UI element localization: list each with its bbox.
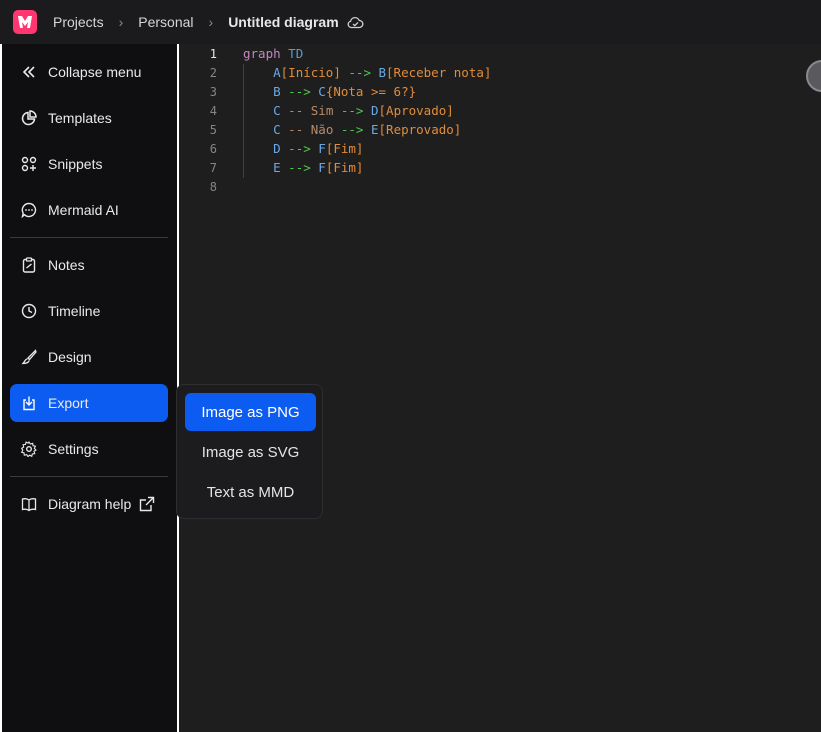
code-node-id: F: [318, 160, 326, 175]
code-node-id: C: [318, 84, 326, 99]
code-node-id: C: [273, 103, 281, 118]
grid-plus-icon: [20, 155, 38, 173]
code-node-id: E: [273, 160, 281, 175]
line-number: 1: [209, 47, 217, 61]
sidebar-divider: [10, 476, 168, 477]
pie-chart-icon: [20, 109, 38, 127]
code-arrow: -->: [288, 84, 311, 99]
breadcrumb-separator: ›: [208, 14, 214, 30]
sidebar-item-timeline[interactable]: Timeline: [10, 292, 168, 330]
code-line: A[Início] --> B[Receber nota]: [243, 65, 491, 80]
code-arrow: -->: [340, 122, 364, 137]
sidebar-item-settings[interactable]: Settings: [10, 430, 168, 468]
sidebar-item-snippets[interactable]: Snippets: [10, 145, 168, 183]
code-edge: --: [288, 103, 304, 118]
line-number: 3: [209, 85, 217, 99]
code-node-id: D: [370, 103, 379, 118]
code-node-id: D: [273, 141, 281, 156]
export-svg-option[interactable]: Image as SVG: [185, 433, 316, 471]
line-number: 7: [209, 161, 217, 175]
top-bar: Projects › Personal › Untitled diagram: [0, 0, 821, 44]
diagram-title[interactable]: Untitled diagram: [228, 14, 338, 30]
code-edge-label: Sim: [310, 103, 334, 118]
sidebar-item-design[interactable]: Design: [10, 338, 168, 376]
sidebar-item-label: Collapse menu: [48, 64, 142, 80]
code-line: graph TD: [243, 46, 303, 61]
line-number: 6: [209, 142, 217, 156]
sidebar-item-label: Timeline: [48, 303, 101, 319]
mermaid-logo-icon[interactable]: [13, 10, 37, 34]
export-mmd-option[interactable]: Text as MMD: [185, 473, 316, 511]
line-number: 8: [209, 180, 217, 194]
code-line: C -- Sim --> D[Aprovado]: [243, 103, 454, 118]
code-line: D --> F[Fim]: [243, 141, 363, 156]
sidebar: Collapse menu Templates Snippets Mermaid…: [2, 44, 177, 732]
code-node-id: B: [273, 84, 281, 99]
breadcrumb-projects[interactable]: Projects: [53, 14, 104, 30]
code-node-id: C: [273, 122, 281, 137]
code-edge: --: [288, 122, 304, 137]
external-link-icon: [139, 496, 155, 512]
code-arrow: -->: [348, 65, 371, 80]
export-icon: [20, 394, 38, 412]
code-arrow: -->: [288, 141, 311, 156]
line-number: 2: [209, 66, 217, 80]
export-menu: Image as PNG Image as SVG Text as MMD: [176, 384, 323, 519]
clipboard-icon: [20, 256, 38, 274]
clock-icon: [20, 302, 38, 320]
sidebar-item-label: Mermaid AI: [48, 202, 119, 218]
code-node-label: {Nota >= 6?}: [325, 84, 417, 99]
sidebar-item-diagram-help[interactable]: Diagram help: [10, 485, 168, 523]
sidebar-item-templates[interactable]: Templates: [10, 99, 168, 137]
code-direction: TD: [288, 46, 304, 61]
export-png-option[interactable]: Image as PNG: [185, 393, 316, 431]
code-node-label: [Receber nota]: [386, 65, 492, 80]
sidebar-item-collapse-menu[interactable]: Collapse menu: [10, 53, 168, 91]
code-node-label: [Reprovado]: [378, 122, 462, 137]
line-number: 5: [209, 123, 217, 137]
sidebar-item-export[interactable]: Export: [10, 384, 168, 422]
sidebar-item-label: Diagram help: [48, 496, 132, 512]
code-node-id: A: [273, 65, 281, 80]
sidebar-item-label: Snippets: [48, 156, 103, 172]
sidebar-item-mermaid-ai[interactable]: Mermaid AI: [10, 191, 168, 229]
code-keyword: graph: [243, 46, 281, 61]
code-node-label: [Aprovado]: [378, 103, 454, 118]
brush-icon: [20, 348, 38, 366]
code-arrow: -->: [288, 160, 311, 175]
gear-icon: [20, 440, 38, 458]
sidebar-item-label: Export: [48, 395, 89, 411]
code-node-label: [Fim]: [325, 160, 364, 175]
code-node-label: [Fim]: [325, 141, 364, 156]
code-node-id: F: [318, 141, 326, 156]
code-line: C -- Não --> E[Reprovado]: [243, 122, 461, 137]
code-edge-label: Não: [310, 122, 334, 137]
code-node-id: E: [370, 122, 379, 137]
line-number: 4: [209, 104, 217, 118]
sidebar-item-label: Notes: [48, 257, 85, 273]
breadcrumb-separator: ›: [118, 14, 124, 30]
sidebar-divider: [10, 237, 168, 238]
collapse-chevrons-icon: [20, 63, 38, 81]
code-node-id: B: [378, 65, 387, 80]
book-icon: [20, 495, 38, 513]
sidebar-item-label: Templates: [48, 110, 112, 126]
sidebar-item-notes[interactable]: Notes: [10, 246, 168, 284]
breadcrumb-personal[interactable]: Personal: [138, 14, 193, 30]
code-node-label: [Início]: [280, 65, 341, 80]
sidebar-item-label: Settings: [48, 441, 99, 457]
chat-bubble-icon: [20, 201, 38, 219]
code-line: E --> F[Fim]: [243, 160, 363, 175]
sidebar-item-label: Design: [48, 349, 92, 365]
code-arrow: -->: [340, 103, 364, 118]
code-line: B --> C{Nota >= 6?}: [243, 84, 416, 99]
cloud-sync-icon[interactable]: [347, 15, 364, 29]
